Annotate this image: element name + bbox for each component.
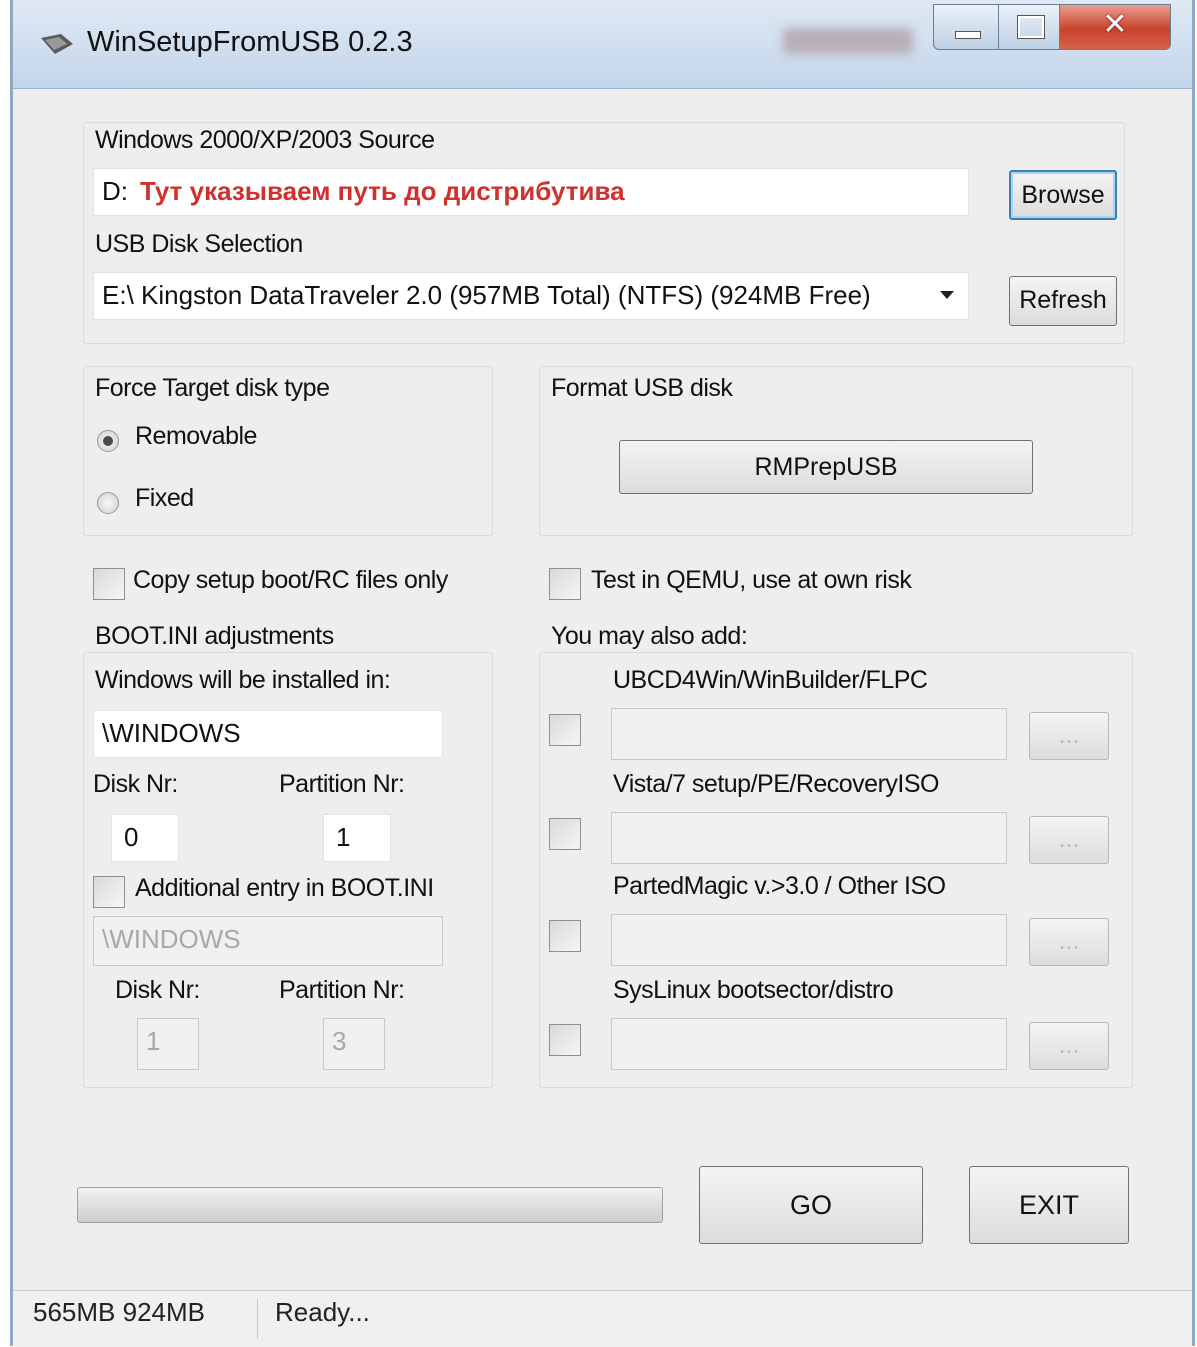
disk-nr-label: Disk Nr:	[93, 770, 178, 798]
addon-browse-syslinux[interactable]: ...	[1029, 1022, 1109, 1070]
progress-bar	[77, 1187, 663, 1223]
close-icon: ✕	[1102, 7, 1128, 42]
main-window: WinSetupFromUSB 0.2.3 ✕ Windows 2000/XP/…	[10, 0, 1195, 1347]
copy-setup-checkbox[interactable]	[93, 568, 125, 600]
window-title: WinSetupFromUSB 0.2.3	[87, 26, 413, 58]
addon-path-partedmagic[interactable]	[611, 914, 1007, 966]
maximize-button[interactable]	[998, 4, 1060, 50]
addon-checkbox-syslinux[interactable]	[549, 1024, 581, 1056]
partition-nr-field[interactable]: 1	[323, 814, 391, 862]
additional-disk-nr-field[interactable]: 1	[137, 1018, 199, 1070]
rmprepusb-button[interactable]: RMPrepUSB	[619, 440, 1033, 494]
copy-setup-label[interactable]: Copy setup boot/RC files only	[133, 566, 448, 595]
usb-disk-label: USB Disk Selection	[95, 230, 303, 258]
qemu-checkbox[interactable]	[549, 568, 581, 600]
status-sizes: 565MB 924MB	[33, 1297, 205, 1327]
source-path-hint: Тут указываем путь до дистрибутива	[140, 176, 625, 206]
additional-entry-field[interactable]: \WINDOWS	[93, 916, 443, 966]
additional-partition-nr-value: 3	[332, 1026, 347, 1056]
disk-nr-field[interactable]: 0	[111, 814, 179, 862]
additional-partition-nr-field[interactable]: 3	[323, 1018, 385, 1070]
rmprepusb-button-label: RMPrepUSB	[754, 453, 898, 481]
close-button[interactable]: ✕	[1059, 4, 1171, 50]
addon-checkbox-partedmagic[interactable]	[549, 920, 581, 952]
qemu-label[interactable]: Test in QEMU, use at own risk	[591, 566, 912, 595]
browse-button[interactable]: Browse	[1009, 170, 1117, 220]
title-bar: WinSetupFromUSB 0.2.3 ✕	[13, 0, 1192, 89]
addon-path-syslinux[interactable]	[611, 1018, 1007, 1070]
go-button-label: GO	[789, 1190, 832, 1220]
addon-path-ubcd[interactable]	[611, 708, 1007, 760]
minimize-icon	[955, 31, 981, 39]
browse-button-label: Browse	[1021, 181, 1105, 209]
removable-radio-label[interactable]: Removable	[135, 422, 257, 451]
exit-button-label: EXIT	[1018, 1190, 1079, 1220]
additional-disk-nr-label: Disk Nr:	[115, 976, 200, 1004]
target-type-label: Force Target disk type	[95, 374, 330, 402]
source-path-value: D:	[102, 176, 128, 206]
maximize-icon	[1018, 16, 1044, 38]
partition-nr-label: Partition Nr:	[279, 770, 405, 798]
format-label: Format USB disk	[551, 374, 733, 402]
status-bar: 565MB 924MB Ready...	[13, 1290, 1192, 1347]
removable-radio[interactable]	[97, 430, 119, 452]
bootini-label: BOOT.INI adjustments	[95, 622, 334, 650]
additional-entry-checkbox[interactable]	[93, 876, 125, 908]
refresh-button[interactable]: Refresh	[1009, 276, 1117, 326]
addon-label-ubcd: UBCD4Win/WinBuilder/FLPC	[613, 666, 928, 694]
install-location-value: \WINDOWS	[102, 718, 241, 748]
source-path-field[interactable]: D: Тут указываем путь до дистрибутива	[93, 168, 969, 216]
chevron-down-icon	[940, 291, 954, 299]
addon-label-partedmagic: PartedMagic v.>3.0 / Other ISO	[613, 872, 946, 900]
addon-path-vista[interactable]	[611, 812, 1007, 864]
usb-disk-selected: E:\ Kingston DataTraveler 2.0 (957MB Tot…	[102, 280, 871, 310]
minimize-button[interactable]	[933, 4, 999, 50]
refresh-button-label: Refresh	[1019, 286, 1107, 314]
install-location-field[interactable]: \WINDOWS	[93, 710, 443, 758]
install-location-label: Windows will be installed in:	[95, 666, 391, 694]
addon-checkbox-vista[interactable]	[549, 818, 581, 850]
additional-entry-value: \WINDOWS	[102, 924, 241, 954]
addon-browse-partedmagic[interactable]: ...	[1029, 918, 1109, 966]
fixed-radio-label[interactable]: Fixed	[135, 484, 194, 513]
addon-checkbox-ubcd[interactable]	[549, 714, 581, 746]
disk-nr-value: 0	[124, 822, 139, 852]
fixed-radio[interactable]	[97, 492, 119, 514]
additional-disk-nr-value: 1	[146, 1026, 161, 1056]
usb-app-icon	[41, 34, 73, 54]
additional-entry-label[interactable]: Additional entry in BOOT.INI	[135, 874, 434, 903]
go-button[interactable]: GO	[699, 1166, 923, 1244]
partition-nr-value: 1	[336, 822, 351, 852]
usb-disk-select[interactable]: E:\ Kingston DataTraveler 2.0 (957MB Tot…	[93, 272, 969, 320]
source-label: Windows 2000/XP/2003 Source	[95, 126, 435, 154]
exit-button[interactable]: EXIT	[969, 1166, 1129, 1244]
addon-browse-vista[interactable]: ...	[1029, 816, 1109, 864]
addon-browse-ubcd[interactable]: ...	[1029, 712, 1109, 760]
addons-label: You may also add:	[551, 622, 748, 650]
addon-label-vista: Vista/7 setup/PE/RecoveryISO	[613, 770, 939, 798]
addon-label-syslinux: SysLinux bootsector/distro	[613, 976, 894, 1004]
additional-partition-nr-label: Partition Nr:	[279, 976, 405, 1004]
status-message: Ready...	[275, 1297, 370, 1327]
